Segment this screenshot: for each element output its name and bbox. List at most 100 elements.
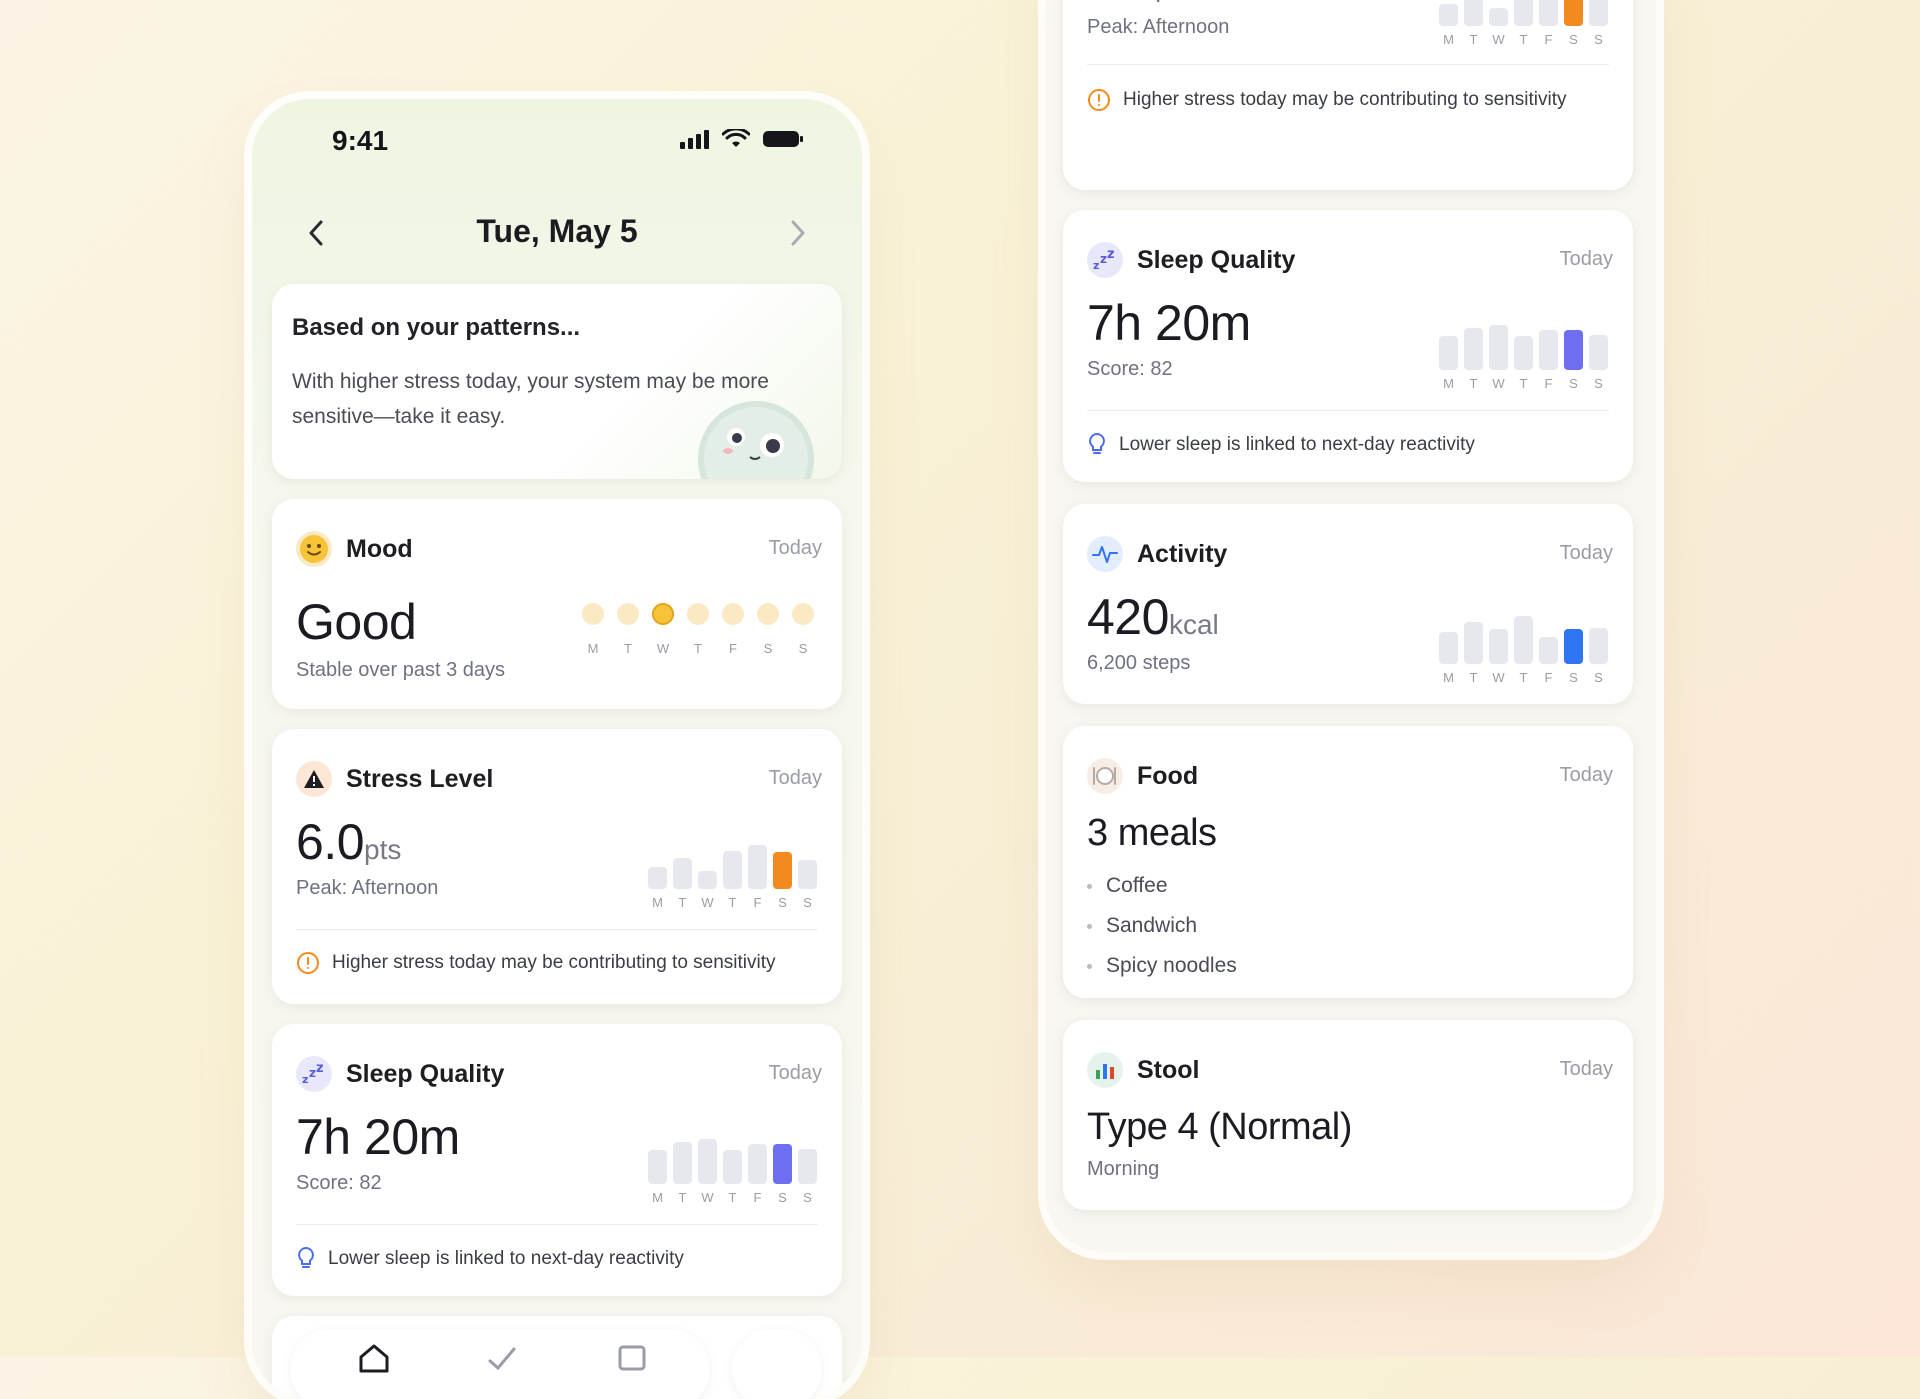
day-label: S	[1594, 32, 1603, 47]
week-bar	[723, 1150, 742, 1184]
mood-subtitle: Stable over past 3 days	[296, 659, 506, 681]
sleep-when: Today	[1559, 248, 1613, 270]
stress-value: 6.0pts	[1087, 0, 1192, 8]
stress-week-bars: MTWTFSS	[1439, 0, 1609, 47]
chart-icon	[618, 1345, 646, 1371]
home-icon	[359, 1344, 389, 1373]
day-label: F	[753, 1190, 762, 1205]
day-label: T	[1469, 32, 1478, 47]
week-bar	[698, 871, 717, 889]
food-card[interactable]: Food Today 3 meals Coffee Sandwich Spicy…	[1063, 726, 1633, 998]
food-items-list: Coffee Sandwich Spicy noodles	[1087, 866, 1237, 986]
add-entry-button[interactable]	[732, 1329, 822, 1399]
tab-trends[interactable]	[486, 1343, 518, 1378]
week-bar	[1489, 325, 1508, 370]
tab-reports[interactable]	[616, 1343, 648, 1378]
sleep-title: Sleep Quality	[346, 1060, 505, 1088]
date-navigation: Tue, May 5	[252, 209, 862, 269]
activity-value: 420kcal	[1087, 588, 1219, 646]
day-label: F	[1544, 670, 1553, 685]
week-bar	[1464, 328, 1483, 370]
stress-subtitle: Peak: Afternoon	[1087, 16, 1230, 38]
day-label: S	[1594, 670, 1603, 685]
mascot-illustration	[698, 401, 814, 479]
food-when: Today	[1559, 764, 1613, 786]
svg-text:z: z	[302, 1073, 308, 1085]
zzz-icon: zzz	[1087, 242, 1123, 278]
mood-card[interactable]: Mood Today Good Stable over past 3 days …	[272, 499, 842, 709]
sleep-card[interactable]: zzz Sleep Quality Today 7h 20m Score: 82…	[272, 1024, 842, 1296]
week-bar	[1564, 330, 1583, 370]
mood-value: Good	[296, 594, 417, 650]
cellular-signal-icon	[680, 130, 709, 149]
list-item: Sandwich	[1087, 906, 1237, 946]
day-label: S	[1594, 376, 1603, 391]
activity-pulse-icon	[1087, 536, 1123, 572]
activity-card[interactable]: Activity Today 420kcal 6,200 steps MTWTF…	[1063, 504, 1633, 704]
phone-screen-right: 6.0pts Peak: Afternoon MTWTFSS Higher st…	[1046, 0, 1656, 1252]
day-label: S	[763, 641, 773, 656]
svg-text:z: z	[1100, 252, 1107, 266]
week-bar	[1439, 336, 1458, 370]
stress-note: Higher stress today may be contributing …	[1087, 88, 1567, 112]
status-bar: 9:41	[252, 99, 862, 179]
stool-subtitle: Morning	[1087, 1158, 1160, 1180]
day-label: F	[729, 641, 737, 656]
status-time: 9:41	[332, 125, 389, 156]
stress-card[interactable]: Stress Level Today 6.0pts Peak: Afternoo…	[272, 729, 842, 1004]
next-day-button[interactable]	[778, 213, 818, 253]
wifi-icon	[722, 129, 750, 147]
stool-card[interactable]: Stool Today Type 4 (Normal) Morning	[1063, 1020, 1633, 1210]
day-label: T	[694, 641, 702, 656]
week-bar	[1564, 629, 1583, 664]
day-label: T	[1519, 376, 1528, 391]
mood-face-icon	[757, 603, 779, 625]
day-label: M	[587, 641, 599, 656]
stress-unit: pts	[364, 834, 402, 865]
day-label: W	[1492, 32, 1505, 47]
tab-home[interactable]	[358, 1343, 390, 1378]
week-bar	[1539, 0, 1558, 26]
insight-title: Based on your patterns...	[292, 314, 581, 341]
list-item: Spicy noodles	[1087, 946, 1237, 986]
day-label: F	[1544, 32, 1553, 47]
stress-subtitle: Peak: Afternoon	[296, 877, 439, 899]
week-bar	[648, 867, 667, 889]
activity-title: Activity	[1137, 540, 1228, 568]
day-label: T	[1519, 32, 1528, 47]
day-label: T	[678, 1190, 687, 1205]
divider	[296, 1224, 818, 1225]
day-label: S	[803, 1190, 812, 1205]
day-label: W	[656, 641, 670, 656]
week-bar	[798, 860, 817, 889]
week-bar	[773, 852, 792, 889]
day-label: S	[803, 895, 812, 910]
divider	[1087, 64, 1609, 65]
day-label: S	[1569, 376, 1578, 391]
sleep-week-bars: MTWTFSS	[648, 1124, 818, 1205]
food-value: 3 meals	[1087, 812, 1217, 854]
sleep-note-text: Lower sleep is linked to next-day reacti…	[328, 1248, 684, 1269]
lightbulb-icon	[1089, 432, 1105, 454]
day-label: T	[1519, 670, 1528, 685]
mood-face-icon	[722, 603, 744, 625]
mood-week-faces: MTWTFSS	[582, 603, 822, 663]
stress-card[interactable]: 6.0pts Peak: Afternoon MTWTFSS Higher st…	[1063, 0, 1633, 190]
warning-triangle-icon	[296, 761, 332, 797]
day-label: S	[798, 641, 808, 656]
week-bar	[1589, 0, 1608, 26]
sleep-card[interactable]: zzz Sleep Quality Today 7h 20m Score: 82…	[1063, 210, 1633, 482]
activity-unit: kcal	[1168, 609, 1219, 640]
mood-face-icon	[617, 603, 639, 625]
stress-week-bars: MTWTFSS	[648, 829, 818, 910]
week-bar	[1589, 335, 1608, 370]
week-bar	[748, 845, 767, 889]
day-label: T	[678, 895, 687, 910]
stress-note-text: Higher stress today may be contributing …	[332, 952, 776, 973]
sleep-when: Today	[768, 1062, 822, 1084]
week-bar	[1514, 0, 1533, 26]
week-bar	[1439, 632, 1458, 664]
stress-unit: pts	[1155, 0, 1192, 2]
sleep-title: Sleep Quality	[1137, 246, 1296, 274]
day-label: T	[728, 1190, 737, 1205]
